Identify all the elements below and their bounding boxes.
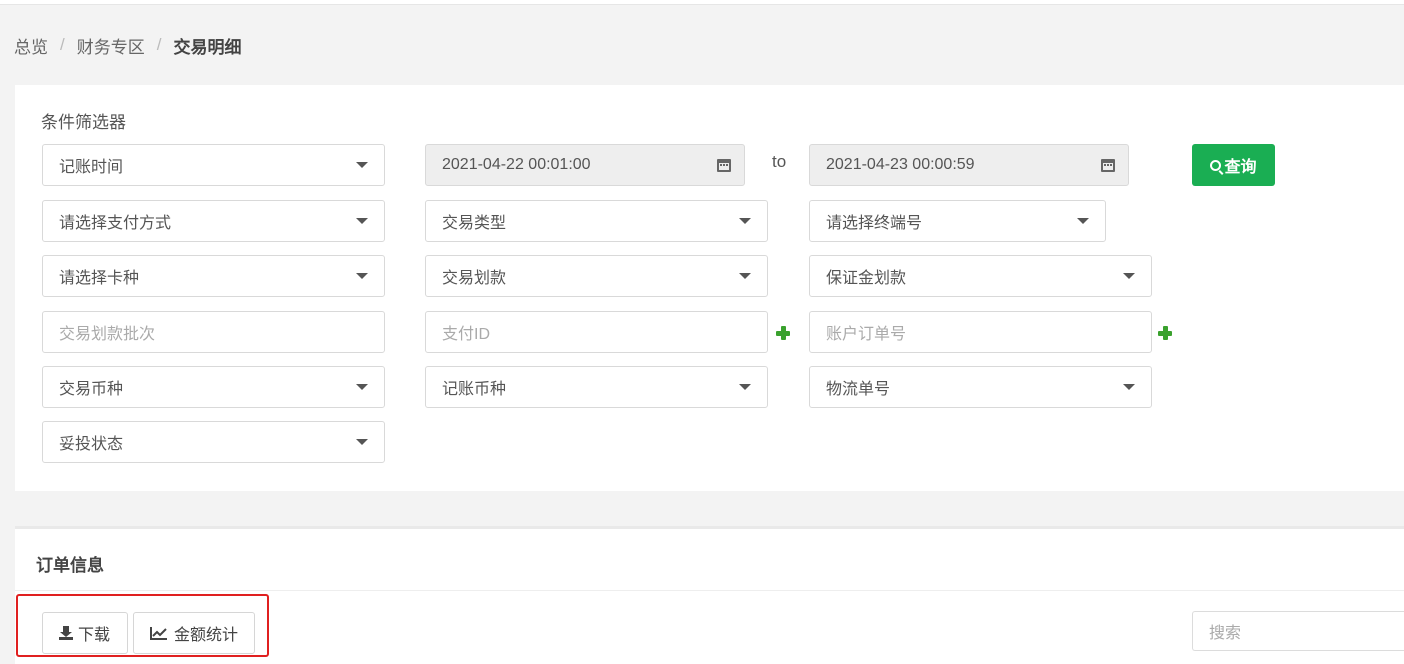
terminal-select[interactable]: 请选择终端号 xyxy=(809,200,1106,242)
transfer-batch-input[interactable]: 交易划款批次 xyxy=(42,311,385,353)
plus-icon[interactable] xyxy=(1158,326,1172,340)
caret-down-icon xyxy=(356,384,368,390)
date-field-select[interactable]: 记账时间 xyxy=(42,144,385,186)
booking-currency-select[interactable]: 记账币种 xyxy=(425,366,768,408)
caret-down-icon xyxy=(1077,218,1089,224)
caret-down-icon xyxy=(356,273,368,279)
card-type-select[interactable]: 请选择卡种 xyxy=(42,255,385,297)
caret-down-icon xyxy=(356,162,368,168)
start-date-input[interactable]: 2021-04-22 00:01:00 xyxy=(425,144,745,186)
search-input[interactable]: 搜索 xyxy=(1192,611,1404,651)
payment-id-input[interactable]: 支付ID xyxy=(425,311,768,353)
payment-method-select[interactable]: 请选择支付方式 xyxy=(42,200,385,242)
logistics-select[interactable]: 物流单号 xyxy=(809,366,1152,408)
filter-panel-title: 条件筛选器 xyxy=(41,113,126,132)
breadcrumb-separator: / xyxy=(60,35,65,54)
search-icon xyxy=(1210,159,1222,171)
trade-currency-select[interactable]: 交易币种 xyxy=(42,366,385,408)
breadcrumb-separator: / xyxy=(156,35,162,54)
end-date-input[interactable]: 2021-04-23 00:00:59 xyxy=(809,144,1129,186)
caret-down-icon xyxy=(739,273,751,279)
divider xyxy=(15,590,1404,591)
plus-icon[interactable] xyxy=(776,326,790,340)
query-button[interactable]: 查询 xyxy=(1192,144,1275,186)
account-order-input[interactable]: 账户订单号 xyxy=(809,311,1152,353)
trade-type-select[interactable]: 交易类型 xyxy=(425,200,768,242)
caret-down-icon xyxy=(1123,384,1135,390)
caret-down-icon xyxy=(739,218,751,224)
caret-down-icon xyxy=(1123,273,1135,279)
date-range-to-label: to xyxy=(772,152,787,171)
caret-down-icon xyxy=(739,384,751,390)
calendar-icon[interactable] xyxy=(1100,157,1116,173)
caret-down-icon xyxy=(356,439,368,445)
top-bar xyxy=(0,0,1404,5)
breadcrumb-current: 交易明细 xyxy=(173,37,242,57)
annotation-highlight-box xyxy=(16,594,269,657)
delivery-status-select[interactable]: 妥投状态 xyxy=(42,421,385,463)
filter-panel: 条件筛选器 记账时间 2021-04-22 00:01:00 to 2021-0… xyxy=(15,85,1404,491)
breadcrumb: 总览 / 财务专区 / 交易明细 xyxy=(14,33,241,57)
caret-down-icon xyxy=(356,218,368,224)
breadcrumb-section[interactable]: 财务专区 xyxy=(77,33,145,58)
deposit-transfer-select[interactable]: 保证金划款 xyxy=(809,255,1152,297)
breadcrumb-home[interactable]: 总览 xyxy=(14,33,48,58)
trade-transfer-select[interactable]: 交易划款 xyxy=(425,255,768,297)
order-panel-title: 订单信息 xyxy=(36,556,104,575)
calendar-icon[interactable] xyxy=(716,157,732,173)
